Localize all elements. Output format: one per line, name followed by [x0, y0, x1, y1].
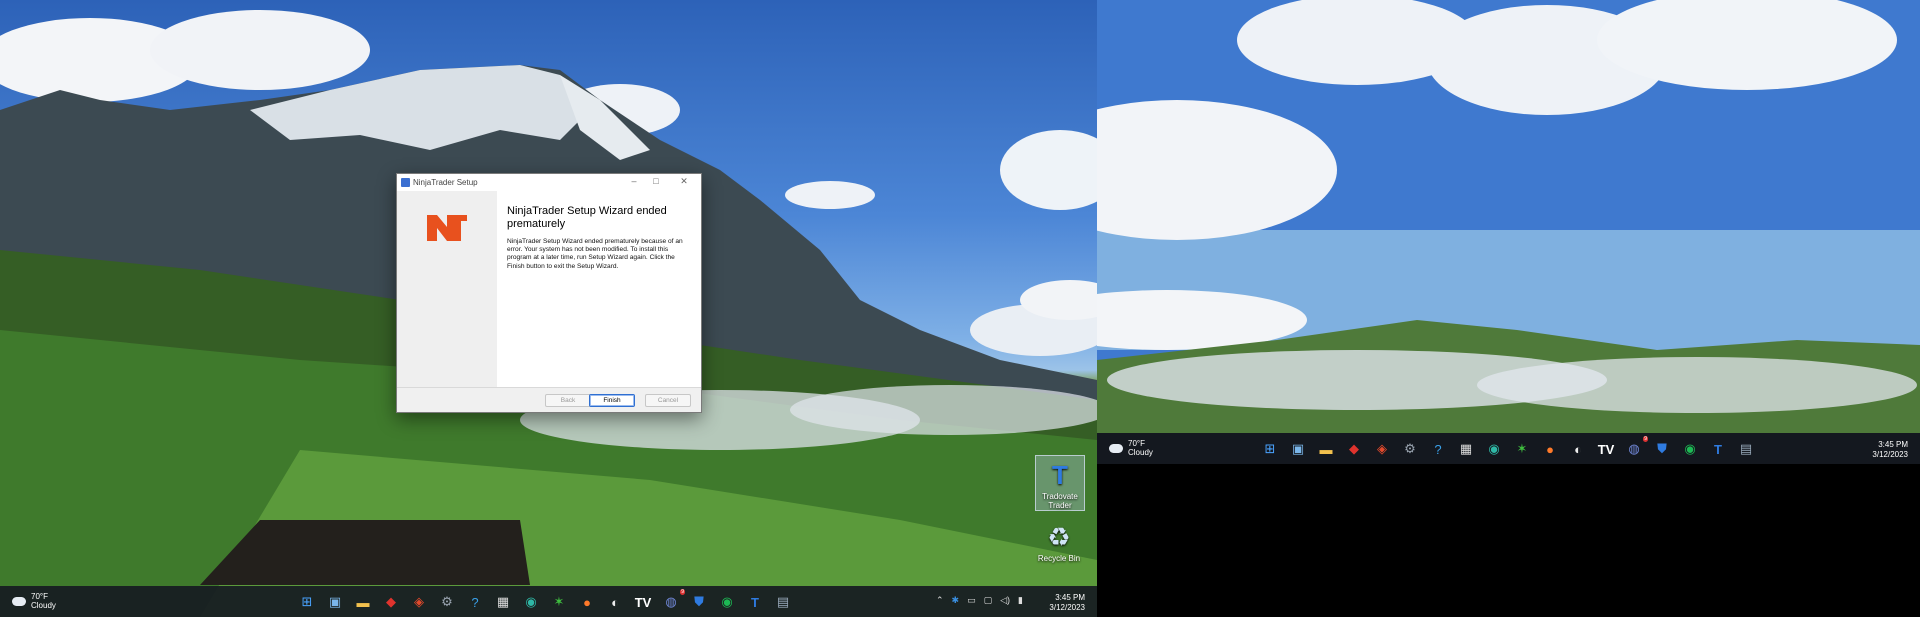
- installer-icon: [401, 177, 410, 187]
- taskbar-apps: ⊞ ▣ ▬ ◆ ◈ ⚙ ? ▦ ◉ ✶ ● ◐ TV ◍ 9 ⛊ ◉ T ▤: [1259, 436, 1757, 460]
- tradovate-icon[interactable]: T: [744, 591, 766, 613]
- clock-time: 3:45 PM: [1055, 593, 1085, 602]
- control-panel-icon[interactable]: ▤: [1735, 438, 1757, 460]
- bluetooth-icon[interactable]: ✱: [952, 595, 960, 606]
- firefox-icon[interactable]: ●: [1539, 438, 1561, 460]
- settings-icon[interactable]: ⚙: [436, 591, 458, 613]
- dialog-side-panel: [397, 191, 497, 387]
- maximize-icon[interactable]: □: [649, 176, 663, 186]
- widgets-icon[interactable]: ▣: [1287, 438, 1309, 460]
- wallpaper-right: [1097, 0, 1920, 433]
- discord-icon[interactable]: ◍ 9: [1623, 436, 1648, 460]
- recycle-bin-icon: ♻: [1047, 521, 1071, 552]
- start-icon[interactable]: ⊞: [296, 591, 318, 613]
- desktop-right: 70°F Cloudy ⊞ ▣ ▬ ◆ ◈ ⚙ ? ▦ ◉ ✶ ● ◐ TV ◍…: [1097, 0, 1920, 617]
- diamond-app-2-icon[interactable]: ◈: [1371, 438, 1393, 460]
- spotify-icon[interactable]: ◉: [1679, 438, 1701, 460]
- help-icon[interactable]: ?: [464, 591, 486, 613]
- volume-icon[interactable]: ◁): [1000, 595, 1010, 606]
- weather-condition: Cloudy: [31, 601, 56, 610]
- defender-icon[interactable]: ⛊: [688, 591, 710, 613]
- close-icon[interactable]: ✕: [677, 176, 691, 187]
- clock[interactable]: 3:45 PM 3/12/2023: [1049, 593, 1085, 613]
- start-icon[interactable]: ⊞: [1259, 438, 1281, 460]
- desktop-icon-recycle-bin[interactable]: ♻ Recycle Bin: [1035, 518, 1083, 564]
- clock-date: 3/12/2023: [1872, 450, 1908, 459]
- cancel-button[interactable]: Cancel: [645, 394, 691, 407]
- taskbar-left: 70°F Cloudy ⊞ ▣ ▬ ◆ ◈ ⚙ ? ▦ ◉ ✶ ● ◐ TV ◍…: [0, 586, 1097, 617]
- dialog-title: NinjaTrader Setup: [413, 177, 478, 187]
- tradingview-icon[interactable]: TV: [1595, 438, 1617, 460]
- cloud-icon: [12, 596, 26, 606]
- edge-icon[interactable]: ◉: [1483, 438, 1505, 460]
- diamond-app-icon[interactable]: ◆: [380, 591, 402, 613]
- back-button[interactable]: Back: [545, 394, 591, 407]
- weather-temp: 70°F: [31, 592, 48, 601]
- desktop-icon-label: Tradovate Trader: [1042, 492, 1078, 510]
- clock[interactable]: 3:45 PM 3/12/2023: [1872, 440, 1908, 460]
- tradingview-icon[interactable]: TV: [632, 591, 654, 613]
- dialog-footer: Back Finish Cancel: [397, 387, 701, 412]
- file-explorer-icon[interactable]: ▬: [352, 591, 374, 613]
- setup-dialog: NinjaTrader Setup – □ ✕ NinjaTrader Setu…: [396, 173, 702, 413]
- tradovate-icon[interactable]: T: [1707, 438, 1729, 460]
- defender-icon[interactable]: ⛊: [1651, 438, 1673, 460]
- spotify-icon[interactable]: ◉: [716, 591, 738, 613]
- help-icon[interactable]: ?: [1427, 438, 1449, 460]
- green-app-icon[interactable]: ✶: [548, 591, 570, 613]
- desktop-icon-tradovate[interactable]: T Tradovate Trader: [1035, 455, 1085, 511]
- discord-icon[interactable]: ◍ 9: [660, 589, 685, 613]
- weather-temp: 70°F: [1128, 439, 1145, 448]
- chevron-up-icon[interactable]: ⌃: [936, 595, 944, 606]
- notification-badge: 9: [680, 589, 685, 595]
- pill-app-icon[interactable]: ◐: [604, 591, 626, 613]
- file-explorer-icon[interactable]: ▬: [1315, 438, 1337, 460]
- control-panel-icon[interactable]: ▤: [772, 591, 794, 613]
- diamond-app-2-icon[interactable]: ◈: [408, 591, 430, 613]
- settings-icon[interactable]: ⚙: [1399, 438, 1421, 460]
- clock-time: 3:45 PM: [1878, 440, 1908, 449]
- weather-widget[interactable]: 70°F Cloudy: [12, 592, 56, 610]
- widgets-icon[interactable]: ▣: [324, 591, 346, 613]
- dialog-heading: NinjaTrader Setup Wizard ended premature…: [507, 205, 667, 230]
- battery-icon[interactable]: ▮: [1018, 595, 1023, 606]
- keyboard-icon[interactable]: ▭: [967, 595, 976, 606]
- weather-widget[interactable]: 70°F Cloudy: [1109, 439, 1153, 457]
- clock-date: 3/12/2023: [1049, 603, 1085, 612]
- cloud-icon: [1109, 443, 1123, 453]
- minimize-icon[interactable]: –: [627, 176, 641, 186]
- display-icon[interactable]: ▢: [984, 595, 993, 606]
- edge-icon[interactable]: ◉: [520, 591, 542, 613]
- dialog-content: NinjaTrader Setup Wizard ended premature…: [497, 191, 701, 387]
- tradovate-icon: T: [1052, 459, 1068, 490]
- store-icon[interactable]: ▦: [1455, 438, 1477, 460]
- finish-button[interactable]: Finish: [589, 394, 635, 407]
- desktop-icon-label: Recycle Bin: [1037, 554, 1081, 563]
- green-app-icon[interactable]: ✶: [1511, 438, 1533, 460]
- system-tray: ⌃ ✱ ▭ ▢ ◁) ▮: [936, 595, 1023, 606]
- pill-app-icon[interactable]: ◐: [1567, 438, 1589, 460]
- taskbar-right: 70°F Cloudy ⊞ ▣ ▬ ◆ ◈ ⚙ ? ▦ ◉ ✶ ● ◐ TV ◍…: [1097, 433, 1920, 464]
- taskbar-apps: ⊞ ▣ ▬ ◆ ◈ ⚙ ? ▦ ◉ ✶ ● ◐ TV ◍ 9 ⛊ ◉ T ▤: [296, 589, 794, 613]
- desktop-left: NinjaTrader Setup – □ ✕ NinjaTrader Setu…: [0, 0, 1097, 617]
- diamond-app-icon[interactable]: ◆: [1343, 438, 1365, 460]
- ninjatrader-logo: [427, 215, 467, 241]
- notification-badge: 9: [1643, 436, 1648, 442]
- weather-condition: Cloudy: [1128, 448, 1153, 457]
- dialog-message: NinjaTrader Setup Wizard ended premature…: [507, 238, 683, 270]
- firefox-icon[interactable]: ●: [576, 591, 598, 613]
- dialog-titlebar[interactable]: NinjaTrader Setup – □ ✕: [397, 174, 701, 190]
- store-icon[interactable]: ▦: [492, 591, 514, 613]
